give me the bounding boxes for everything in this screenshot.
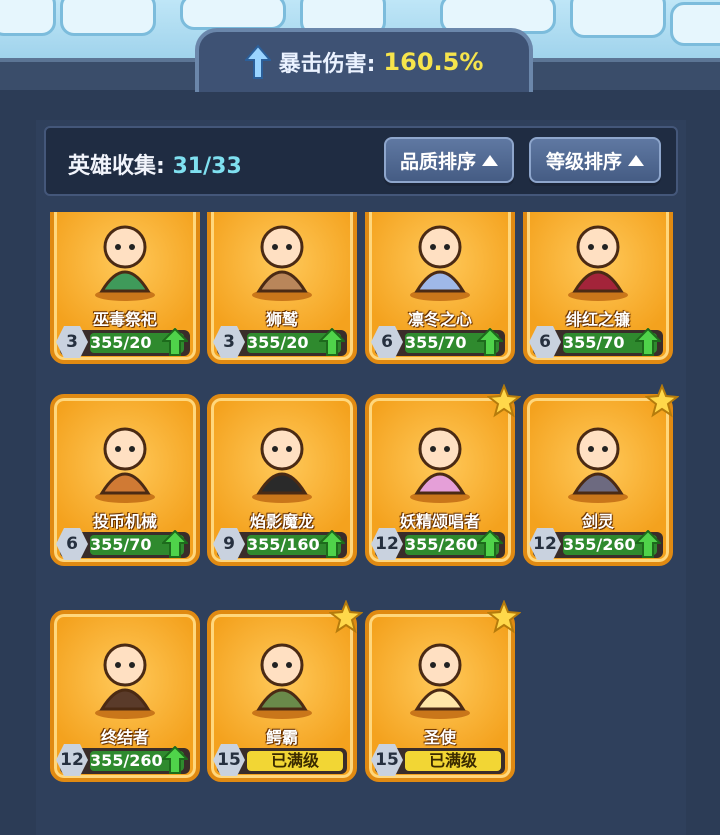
hero-level-bar: 9 355/160 <box>213 528 347 560</box>
upgrade-arrow-icon[interactable] <box>160 327 190 356</box>
upgrade-arrow-icon[interactable] <box>317 327 347 356</box>
stat-value: 160.5% <box>383 48 484 76</box>
hero-portrait <box>231 628 333 724</box>
sort-quality-label: 品质排序 <box>399 150 476 173</box>
hero-level-bar: 12 355/260 <box>529 528 663 560</box>
hero-level-bar: 3 355/20 <box>213 326 347 358</box>
hero-level-bar: 12 355/260 <box>56 744 190 776</box>
hero-level-badge: 15 <box>213 744 245 776</box>
hero-level-badge: 12 <box>371 528 403 560</box>
arrow-up-icon <box>243 44 272 80</box>
collection-label: 英雄收集: <box>68 154 165 179</box>
hero-level-badge: 3 <box>213 326 245 358</box>
hero-card[interactable]: 投币机械 6 355/70 <box>50 394 200 566</box>
upgrade-arrow-icon[interactable] <box>633 529 663 558</box>
star-icon <box>486 599 522 634</box>
hero-card[interactable]: 终结者 12 355/260 <box>50 610 200 782</box>
collection-title: 英雄收集: 31/33 <box>68 148 242 180</box>
hero-level-bar: 3 355/20 <box>56 326 190 358</box>
hero-card[interactable]: 巫毒祭祀 3 355/20 <box>50 212 200 364</box>
hero-level-badge: 6 <box>371 326 403 358</box>
sort-up-icon <box>628 154 644 166</box>
hero-level-bar: 15 已满级 <box>213 744 347 776</box>
sort-quality-button[interactable]: 品质排序 <box>384 137 514 183</box>
hero-portrait <box>389 412 491 508</box>
hero-level-badge: 9 <box>213 528 245 560</box>
hero-portrait <box>547 212 649 306</box>
ice-block <box>180 0 286 30</box>
hero-portrait <box>74 628 176 724</box>
star-icon <box>328 599 364 634</box>
hero-level-bar: 15 已满级 <box>371 744 505 776</box>
hero-level-badge: 6 <box>56 528 88 560</box>
hero-card[interactable]: 鳄霸 15 已满级 <box>207 599 364 782</box>
hero-level-badge: 6 <box>529 326 561 358</box>
hero-grid: 巫毒祭祀 3 355/20 狮鹫 3 355/20 凛冬之心 6 355/70 绯红之镰 6 355/… <box>44 212 684 835</box>
ice-block <box>570 0 666 38</box>
hero-level-bar: 6 355/70 <box>529 326 663 358</box>
hero-level-badge: 12 <box>56 744 88 776</box>
hero-portrait <box>74 412 176 508</box>
upgrade-arrow-icon[interactable] <box>160 745 190 774</box>
ice-block <box>670 2 720 46</box>
sort-up-icon <box>482 154 498 166</box>
sort-level-label: 等级排序 <box>545 150 622 173</box>
hero-portrait <box>231 412 333 508</box>
collection-header: 英雄收集: 31/33 品质排序 等级排序 <box>44 126 678 196</box>
hero-portrait <box>389 628 491 724</box>
hero-card[interactable]: 绯红之镰 6 355/70 <box>523 212 673 364</box>
hero-level-bar: 6 355/70 <box>371 326 505 358</box>
upgrade-arrow-icon[interactable] <box>317 529 347 558</box>
upgrade-arrow-icon[interactable] <box>475 529 505 558</box>
stat-label: 暴击伤害: <box>278 52 376 77</box>
hero-card[interactable]: 狮鹫 3 355/20 <box>207 212 357 364</box>
stat-bonus: 暴击伤害: 160.5% <box>195 28 533 92</box>
star-icon <box>486 383 522 418</box>
hero-level-bar: 12 355/260 <box>371 528 505 560</box>
hero-card[interactable]: 焰影魔龙 9 355/160 <box>207 394 357 566</box>
hero-portrait <box>231 212 333 306</box>
hero-max-level: 已满级 <box>247 751 343 771</box>
hero-level-badge: 15 <box>371 744 403 776</box>
hero-portrait <box>389 212 491 306</box>
upgrade-arrow-icon[interactable] <box>160 529 190 558</box>
hero-portrait <box>547 412 649 508</box>
upgrade-arrow-icon[interactable] <box>475 327 505 356</box>
hero-card[interactable]: 圣使 15 已满级 <box>365 599 522 782</box>
hero-card[interactable]: 妖精颂唱者 12 355/260 <box>365 383 522 566</box>
hero-max-level: 已满级 <box>405 751 501 771</box>
upgrade-arrow-icon[interactable] <box>633 327 663 356</box>
hero-card[interactable]: 剑灵 12 355/260 <box>523 383 680 566</box>
hero-card[interactable]: 凛冬之心 6 355/70 <box>365 212 515 364</box>
collection-count: 31/33 <box>172 154 242 179</box>
hero-level-badge: 12 <box>529 528 561 560</box>
ice-block <box>0 0 56 36</box>
hero-level-badge: 3 <box>56 326 88 358</box>
ice-block <box>60 0 156 36</box>
sort-level-button[interactable]: 等级排序 <box>529 137 661 183</box>
hero-portrait <box>74 212 176 306</box>
hero-level-bar: 6 355/70 <box>56 528 190 560</box>
star-icon <box>644 383 680 418</box>
